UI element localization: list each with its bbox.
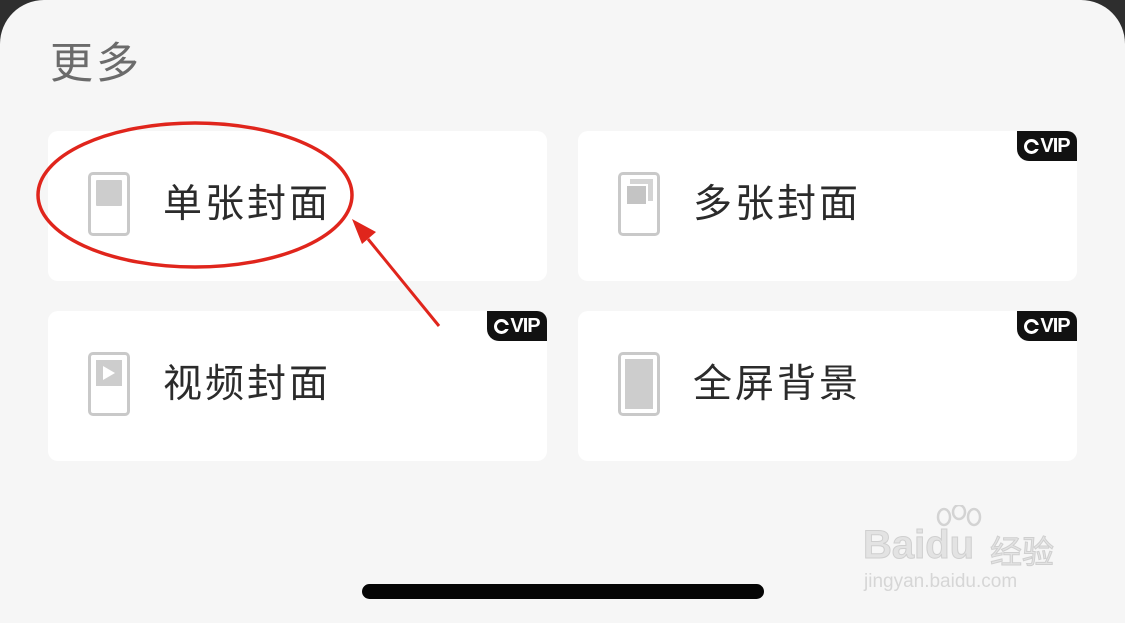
vip-badge: VIP (1017, 311, 1077, 341)
more-options-sheet: 更多 单张封面 多张封面 VIP 视频封面 VIP 全屏背景 VIP Baidu… (0, 0, 1125, 623)
single-cover-icon (88, 172, 130, 236)
home-indicator[interactable] (362, 584, 764, 599)
vip-badge: VIP (1017, 131, 1077, 161)
video-cover-label: 视频封面 (163, 362, 332, 407)
play-icon (103, 366, 115, 380)
vip-badge: VIP (487, 311, 547, 341)
multi-cover-label: 多张封面 (693, 182, 862, 227)
fullscreen-background-option[interactable]: 全屏背景 VIP (578, 311, 1077, 461)
single-cover-option[interactable]: 单张封面 (48, 131, 547, 281)
fullscreen-background-icon (618, 352, 660, 416)
watermark-brand: Baidu (862, 523, 975, 568)
video-cover-icon (88, 352, 130, 416)
watermark-url: jingyan.baidu.com (864, 571, 1018, 592)
fullscreen-background-label: 全屏背景 (693, 362, 862, 407)
vip-logo-icon (494, 318, 511, 334)
video-cover-option[interactable]: 视频封面 VIP (48, 311, 547, 461)
baidu-jingyan-watermark: Baidu 经验 jingyan.baidu.com (860, 505, 1070, 600)
watermark-suffix: 经验 (989, 533, 1055, 572)
multi-cover-option[interactable]: 多张封面 VIP (578, 131, 1077, 281)
vip-logo-icon (1024, 138, 1041, 154)
section-title: 更多 (50, 39, 142, 89)
single-cover-label: 单张封面 (163, 182, 332, 227)
vip-logo-icon (1024, 318, 1041, 334)
multi-cover-icon (618, 172, 660, 236)
